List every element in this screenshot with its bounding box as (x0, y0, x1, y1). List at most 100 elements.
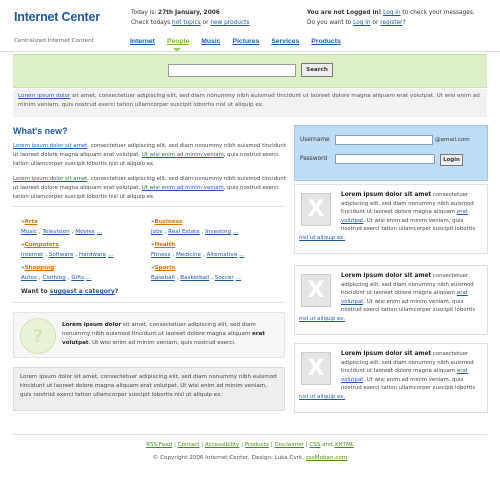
copyright-text: © Copyright 2006 Internet Center, Design… (152, 455, 306, 461)
category-more-link[interactable]: ... (239, 252, 244, 258)
card-title: Lorem ipsum dolor sit amet (341, 192, 432, 198)
category-title[interactable]: Sports (154, 265, 175, 271)
footer-links: RSS Feed | Contact | Accessibility | Pro… (146, 442, 354, 448)
category-more-link[interactable]: ... (108, 252, 113, 258)
header-login-block: You are not Logged in! Log in to check y… (307, 8, 475, 28)
category-link[interactable]: Movies (75, 229, 94, 235)
site-tagline: Centralized Internet Content (14, 38, 94, 44)
divider (13, 206, 285, 207)
category-title[interactable]: Arts (24, 219, 37, 225)
footer-link-xhtml[interactable]: XHTML (335, 442, 354, 448)
register-suffix: ? (402, 20, 406, 26)
footer-link-rss[interactable]: RSS Feed (146, 442, 172, 448)
site-logo[interactable]: Internet Center (14, 10, 100, 24)
main-nav: Internet People Music Pictures Services … (130, 38, 353, 52)
category-link[interactable]: Television (42, 229, 69, 235)
category-link[interactable]: Alternative (207, 252, 238, 258)
footer-link-css[interactable]: CSS (309, 442, 320, 448)
category-link[interactable]: Jobs (151, 229, 163, 235)
category-link[interactable]: Medicine (176, 252, 201, 258)
footer-link-disclaimer[interactable]: Disclaimer (274, 442, 304, 448)
promo-body-2: . Ut wisi enim ad minim veniam, quis nos… (88, 340, 236, 346)
nav-people[interactable]: People (167, 38, 189, 52)
nav-services[interactable]: Services (271, 38, 299, 45)
card-title: Lorem ipsum dolor sit amet (341, 351, 432, 357)
category-link[interactable]: Clothing (42, 275, 65, 281)
category-link[interactable]: Software (49, 252, 74, 258)
hot-topics-link[interactable]: hot topics (172, 20, 201, 26)
register-prefix: Do you want to (307, 20, 354, 26)
login-box: Username @email.com Password Login (294, 125, 488, 181)
register-or: or (370, 20, 381, 26)
footer-link-products[interactable]: Products (245, 442, 269, 448)
login-link-2[interactable]: Log in (353, 20, 370, 26)
category-link[interactable]: Investing (205, 229, 231, 235)
news-link-2[interactable]: Ut wisi enim ad minim veniam (142, 185, 224, 191)
search-input[interactable] (168, 64, 296, 77)
login-suffix: to check your messages. (400, 10, 475, 16)
card-link-2[interactable]: nisl ut aliquip ex. (299, 316, 345, 322)
category-link[interactable]: Soccer (215, 275, 234, 281)
copyright-link[interactable]: cssMoban.com (306, 455, 347, 461)
category-title[interactable]: Shopping (24, 265, 54, 271)
current-date: 27th January, 2006 (158, 10, 220, 16)
news-paragraph-1: Lorem ipsum dolor sit amet, consectetuer… (13, 142, 288, 169)
category-link[interactable]: Hardware (79, 252, 106, 258)
whats-new-heading: What's new? (13, 126, 68, 136)
new-products-link[interactable]: new products (210, 20, 249, 26)
header-date-block: Today is: 27th January, 2006 Check today… (131, 8, 249, 28)
want-prefix: Want to (21, 288, 50, 295)
category-title[interactable]: Business (154, 219, 182, 225)
category-title[interactable]: Health (154, 242, 175, 248)
password-field[interactable] (335, 154, 435, 164)
promo-box: ? Lorem ipsum dolor sit amet, consectetu… (13, 312, 285, 358)
suggest-category-link[interactable]: suggest a category (50, 288, 115, 295)
category-more-link[interactable]: ... (86, 275, 91, 281)
check-prefix: Check todays (131, 20, 173, 26)
category-health: »Health Fitness, Medicine, Alternative..… (151, 242, 245, 258)
email-suffix: @email.com (435, 137, 470, 143)
or-text: or (200, 20, 211, 26)
footer-link-accessibility[interactable]: Accessibility (205, 442, 239, 448)
category-link[interactable]: Baseball (151, 275, 175, 281)
nav-music[interactable]: Music (201, 38, 220, 45)
footer-and: and (320, 442, 335, 448)
register-link[interactable]: register (380, 20, 402, 26)
card-text: Lorem ipsum dolor sit amet consectetuer … (299, 191, 485, 243)
category-more-link[interactable]: ... (236, 275, 241, 281)
category-sports: »Sports Baseball, Basketball, Soccer... (151, 265, 242, 281)
nav-internet[interactable]: Internet (130, 38, 155, 45)
category-link[interactable]: Autos (21, 275, 37, 281)
category-more-link[interactable]: ... (233, 229, 238, 235)
category-link[interactable]: Internet (21, 252, 43, 258)
feature-card: X Lorem ipsum dolor sit amet consectetue… (294, 184, 488, 254)
news-link[interactable]: Lorem ipsum dolor sit amet (13, 143, 87, 149)
username-field[interactable] (335, 135, 433, 145)
copyright: © Copyright 2006 Internet Center, Design… (0, 455, 500, 461)
login-link[interactable]: Log in (383, 10, 400, 16)
category-link[interactable]: Basketball (180, 275, 209, 281)
category-computers: »Computers Internet, Software, Hardware.… (21, 242, 114, 258)
category-more-link[interactable]: ... (97, 229, 102, 235)
login-button[interactable]: Login (440, 154, 463, 166)
nav-products[interactable]: Products (311, 38, 340, 45)
category-link[interactable]: Music (21, 229, 37, 235)
promo-bold: Lorem ipsum dolor (62, 322, 122, 328)
card-link-2[interactable]: nisl ut aliquip ex. (299, 394, 345, 400)
promo-text: Lorem ipsum dolor sit amet, consectetuer… (62, 321, 282, 348)
category-link[interactable]: Real Estate (168, 229, 200, 235)
footer-divider (13, 434, 487, 435)
nav-pictures[interactable]: Pictures (233, 38, 260, 45)
footer-link-contact[interactable]: Contact (178, 442, 200, 448)
search-button[interactable]: Search (301, 63, 333, 77)
intro-link[interactable]: Lorem ipsum dolor (18, 93, 70, 99)
news-link-2[interactable]: Ut wisi enim ad minim veniam (142, 152, 224, 158)
category-link[interactable]: Gifts (71, 275, 84, 281)
password-label: Password (300, 156, 328, 162)
header-divider (0, 51, 500, 52)
not-logged-text: You are not Logged in! (307, 10, 382, 16)
news-link[interactable]: Lorem ipsum dolor sit amet (13, 176, 87, 182)
category-link[interactable]: Fitness (151, 252, 170, 258)
card-link-2[interactable]: nisl ut aliquip ex. (299, 235, 345, 241)
category-title[interactable]: Computers (24, 242, 58, 248)
